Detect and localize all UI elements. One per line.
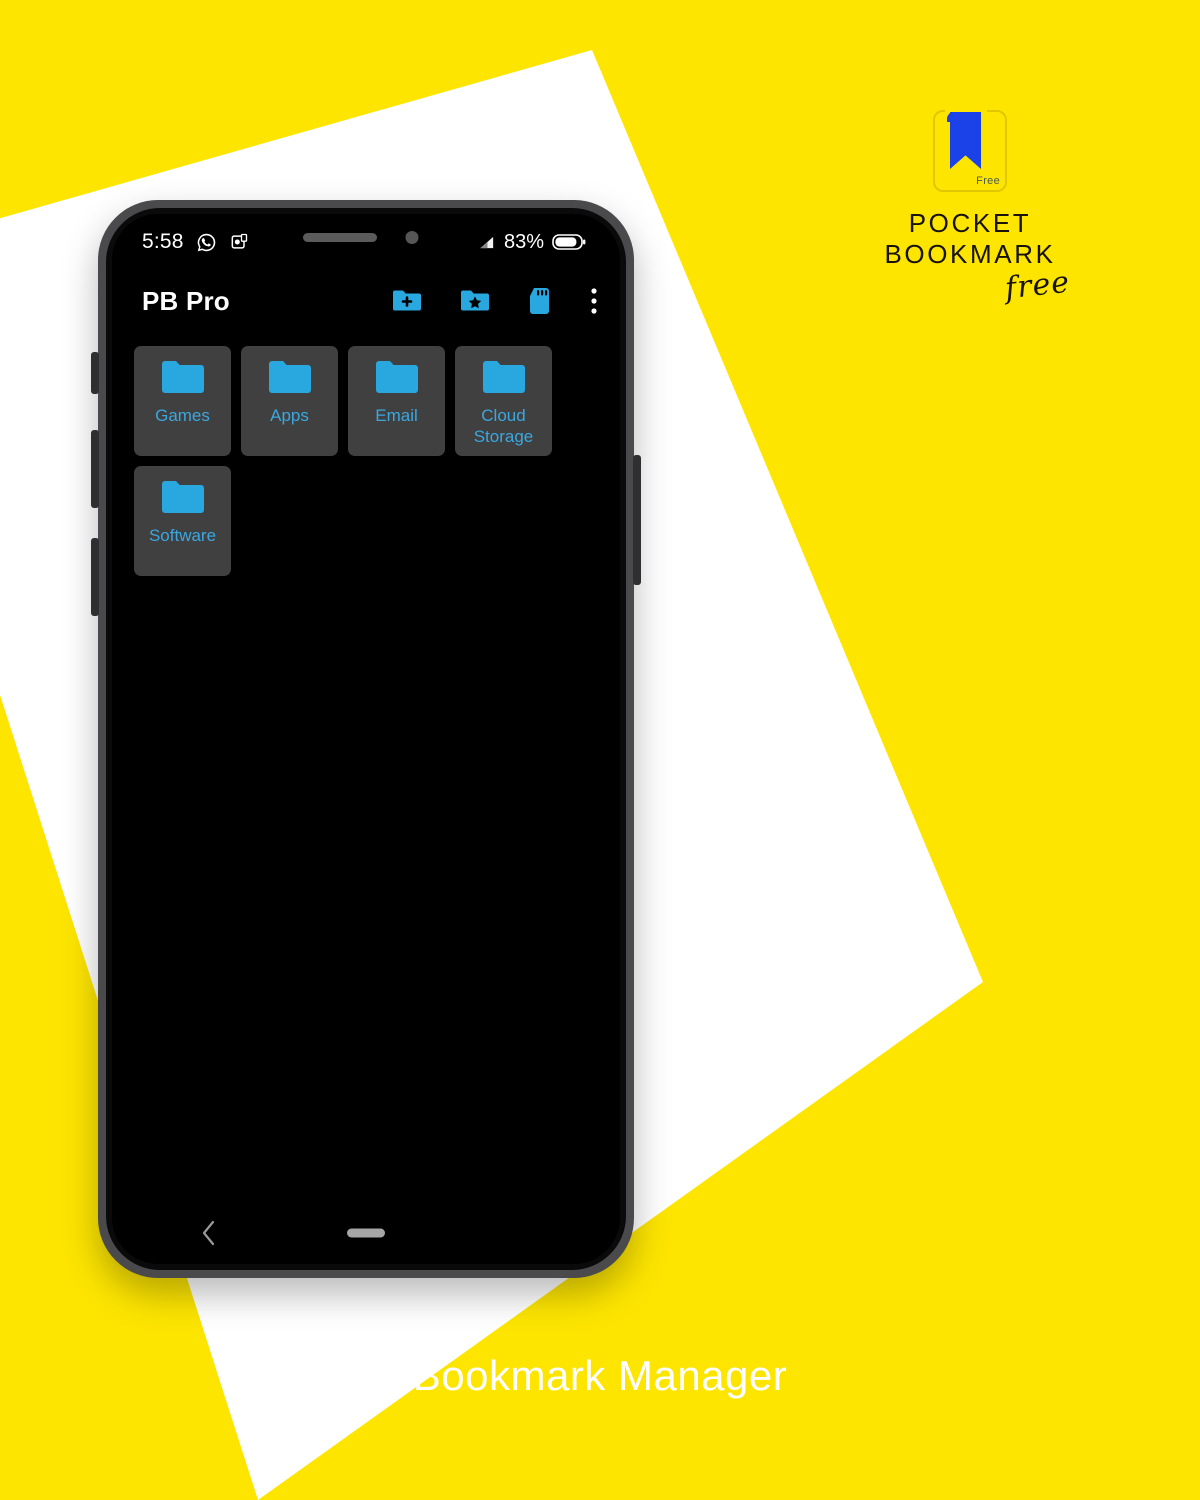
free-badge-label: Free xyxy=(976,175,1000,187)
volume-down-button[interactable] xyxy=(91,430,99,508)
app-title: PB Pro xyxy=(142,285,230,316)
status-bar-left: 5:58 xyxy=(142,230,249,254)
folder-label: Cloud Storage xyxy=(473,406,534,446)
brand-title-line1: POCKET xyxy=(908,208,1032,238)
system-navigation-bar xyxy=(112,1202,620,1264)
favorite-folder-icon[interactable] xyxy=(460,288,490,314)
folder-label: Apps xyxy=(270,406,309,425)
home-pill-indicator[interactable] xyxy=(347,1228,385,1238)
overflow-menu-icon[interactable] xyxy=(590,286,598,316)
app-bar: PB Pro xyxy=(112,270,620,332)
folder-tile-software[interactable]: Software xyxy=(134,466,231,576)
folder-icon xyxy=(375,360,419,399)
folder-icon xyxy=(482,360,526,399)
chevron-left-icon[interactable] xyxy=(200,1219,217,1247)
brand-title-line2: BOOKMARK xyxy=(884,239,1056,269)
phone-mockup: 5:58 83% PB Pro Games Apps Email Cloud S… xyxy=(91,200,641,1278)
brand-logo: Free POCKET BOOKMARK free xyxy=(860,108,1080,306)
folder-tile-apps[interactable]: Apps xyxy=(241,346,338,456)
status-bar-right: 83% xyxy=(479,231,586,254)
power-button[interactable] xyxy=(633,455,641,585)
sd-card-icon[interactable] xyxy=(528,287,552,315)
earpiece-speaker xyxy=(303,233,377,242)
status-bar: 5:58 83% xyxy=(112,214,620,270)
app-notification-icon xyxy=(229,232,249,252)
signal-bars-icon xyxy=(479,234,496,251)
folder-tile-email[interactable]: Email xyxy=(348,346,445,456)
folder-grid: Games Apps Email Cloud Storage Software xyxy=(112,332,620,1202)
folder-label: Email xyxy=(375,406,418,425)
assistant-button[interactable] xyxy=(91,538,99,616)
folder-label: Games xyxy=(155,406,210,425)
status-clock: 5:58 xyxy=(142,230,184,253)
folder-icon xyxy=(268,360,312,399)
app-bar-actions xyxy=(392,286,598,316)
front-camera-icon xyxy=(405,231,419,244)
brand-script-word: free xyxy=(1003,264,1072,307)
whatsapp-icon xyxy=(196,232,217,253)
battery-percentage: 83% xyxy=(503,230,544,253)
volume-up-button[interactable] xyxy=(91,352,99,394)
folder-icon xyxy=(161,480,205,519)
folder-icon xyxy=(161,360,205,399)
folder-tile-cloud-storage[interactable]: Cloud Storage xyxy=(455,346,552,456)
battery-icon xyxy=(552,233,586,251)
bookmark-icon: Free xyxy=(933,108,1007,192)
banner-caption: Bookmark Manager xyxy=(412,1352,788,1399)
folder-tile-games[interactable]: Games xyxy=(134,346,231,456)
phone-screen: 5:58 83% PB Pro Games Apps Email Cloud S… xyxy=(112,214,620,1264)
folder-label: Software xyxy=(148,526,217,545)
brand-title: POCKET BOOKMARK xyxy=(884,208,1055,270)
add-folder-icon[interactable] xyxy=(392,288,422,314)
promo-banner: Free POCKET BOOKMARK free 5:58 83% PB Pr… xyxy=(0,0,1200,1500)
